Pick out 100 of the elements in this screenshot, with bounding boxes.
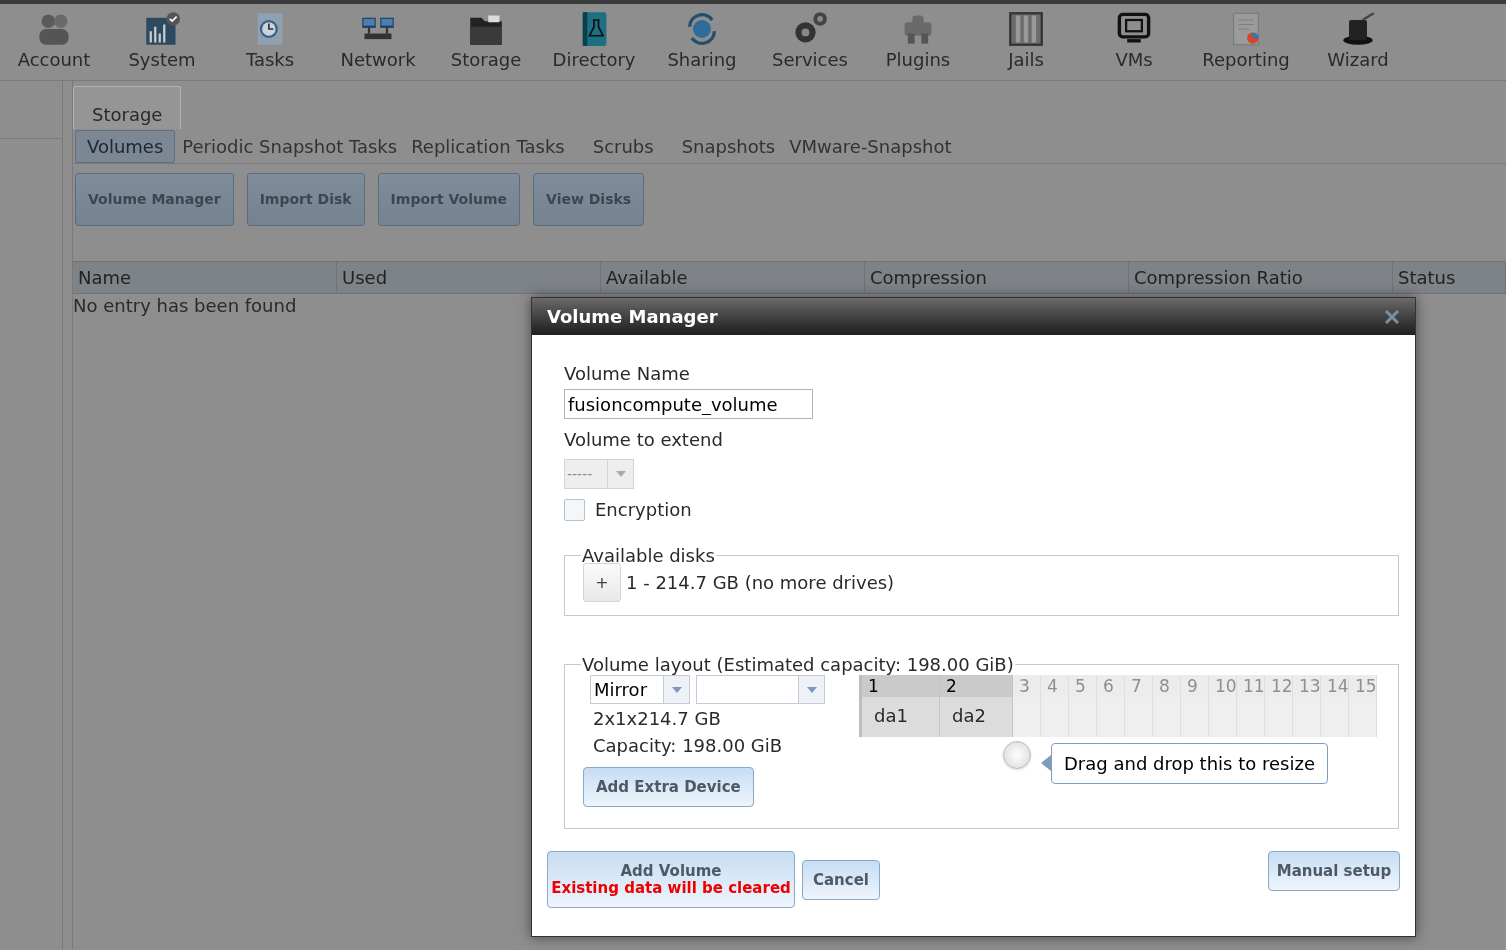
column-number: 2 — [940, 675, 1012, 697]
top-hat-icon — [1340, 11, 1376, 47]
column-number: 4 — [1041, 675, 1068, 697]
close-icon[interactable] — [1384, 309, 1400, 324]
nav-item[interactable]: Services — [756, 4, 864, 80]
column-header: Status — [1393, 262, 1506, 293]
subtab[interactable]: Periodic Snapshot Tasks — [182, 132, 398, 160]
disk-slot — [1125, 697, 1152, 737]
tooltip: Drag and drop this to resize — [1051, 743, 1328, 784]
action-button[interactable]: Import Disk — [246, 173, 365, 226]
nav-item[interactable]: Wizard — [1304, 4, 1412, 80]
cancel-button[interactable]: Cancel — [802, 860, 880, 900]
disk-slot — [1209, 697, 1236, 737]
nav-item[interactable]: Reporting — [1188, 4, 1304, 80]
column-number: 6 — [1097, 675, 1124, 697]
disk-name: da2 — [951, 704, 987, 728]
people-icon — [36, 11, 72, 47]
field-label: Volume Name — [564, 362, 691, 386]
action-button[interactable]: Import Volume — [377, 173, 521, 226]
layout-type-select[interactable]: Mirror — [590, 675, 690, 704]
disk-info: 1 - 214.7 GB (no more drives) — [626, 571, 895, 595]
nav-item[interactable]: VMs — [1080, 4, 1188, 80]
nav-item[interactable]: Storage — [432, 4, 540, 80]
column-number: 8 — [1153, 675, 1180, 697]
bars-icon — [1008, 11, 1044, 47]
subtab[interactable]: Volumes — [75, 129, 176, 163]
nav-label: System — [128, 49, 196, 71]
manual-setup-button[interactable]: Manual setup — [1268, 851, 1400, 891]
empty-message: No entry has been found — [73, 294, 297, 318]
column-number: 5 — [1069, 675, 1096, 697]
field-label: Volume to extend — [564, 428, 724, 452]
nav-label: Services — [772, 49, 848, 71]
caret-icon — [806, 686, 817, 693]
nav-label: Directory — [552, 49, 636, 71]
add-disk-button[interactable]: + — [583, 563, 621, 602]
nav-item[interactable]: Plugins — [864, 4, 972, 80]
nav-label: Tasks — [245, 49, 295, 71]
nav-item[interactable]: Account — [0, 4, 108, 80]
nav-item[interactable]: Sharing — [648, 4, 756, 80]
nav-item[interactable]: Jails — [972, 4, 1080, 80]
disk-slot — [1013, 697, 1040, 737]
subtab[interactable]: Snapshots — [681, 132, 776, 160]
nav-label: VMs — [1115, 49, 1153, 71]
column-number: 11 — [1237, 675, 1264, 697]
caret-icon — [671, 686, 682, 693]
dialog-title: Volume Manager — [547, 305, 718, 329]
column-header: Used — [337, 262, 601, 293]
action-button[interactable]: View Disks — [533, 173, 645, 226]
nav-label: Sharing — [667, 49, 737, 71]
action-button[interactable]: Volume Manager — [75, 173, 234, 226]
column-number: 10 — [1209, 675, 1236, 697]
storage-tab[interactable]: Storage — [73, 86, 182, 129]
disk-slot — [1153, 697, 1180, 737]
column-number: 13 — [1293, 675, 1320, 697]
nav-label: Wizard — [1327, 49, 1389, 71]
nav-label: Reporting — [1202, 49, 1290, 71]
nav-item[interactable]: Network — [324, 4, 432, 80]
disk-slot — [1069, 697, 1096, 737]
column-number: 9 — [1181, 675, 1208, 697]
disk-slot — [1321, 697, 1348, 737]
caret-icon — [615, 471, 626, 477]
column-number: 1 — [862, 675, 939, 697]
disk-name: da1 — [873, 704, 909, 728]
nav-item[interactable]: Directory — [540, 4, 648, 80]
panel-legend: Volume layout (Estimated capacity: 198.00 GiB) — [581, 651, 1015, 678]
add-extra-device-button[interactable]: Add Extra Device — [583, 767, 754, 807]
disk-slot — [1265, 697, 1292, 737]
column-header: Available — [601, 262, 865, 293]
encryption-checkbox[interactable] — [564, 498, 585, 521]
nav-label: Plugins — [885, 49, 951, 71]
chart-check-icon — [144, 11, 180, 47]
checkbox-label: Encryption — [595, 498, 692, 522]
resize-handle[interactable] — [1003, 741, 1031, 769]
column-header: Name — [73, 262, 337, 293]
column-header: Compression — [865, 262, 1129, 293]
subtab[interactable]: VMware-Snapshot — [789, 132, 952, 160]
nav-label: Account — [17, 49, 91, 71]
disk-slot — [1237, 697, 1264, 737]
nav-item[interactable]: System — [108, 4, 216, 80]
capacity-text: Capacity: 198.00 GiB — [592, 734, 784, 758]
column-number: 3 — [1013, 675, 1040, 697]
column-number: 7 — [1125, 675, 1152, 697]
nav-item[interactable]: Tasks — [216, 4, 324, 80]
add-volume-button[interactable]: Add Volume Existing data will be cleared — [547, 851, 795, 908]
column-number: 12 — [1265, 675, 1292, 697]
nav-label: Jails — [1008, 49, 1044, 71]
disk-slot — [1097, 697, 1124, 737]
subtab[interactable]: Replication Tasks — [411, 132, 565, 160]
volume-name-field[interactable]: fusioncompute_volume — [564, 389, 813, 419]
layout-select[interactable] — [696, 675, 825, 704]
nav-label: Storage — [450, 49, 522, 71]
nav-label: Network — [340, 49, 416, 71]
disk-slot — [1041, 697, 1068, 737]
disk-slot — [1293, 697, 1320, 737]
column-number: 14 — [1321, 675, 1348, 697]
subtab[interactable]: Scrubs — [592, 132, 654, 160]
disk-slot — [1181, 697, 1208, 737]
column-header: Compression Ratio — [1129, 262, 1393, 293]
warning-text: Existing data will be cleared — [551, 879, 791, 897]
layout-summary: 2x1x214.7 GB — [592, 707, 722, 731]
